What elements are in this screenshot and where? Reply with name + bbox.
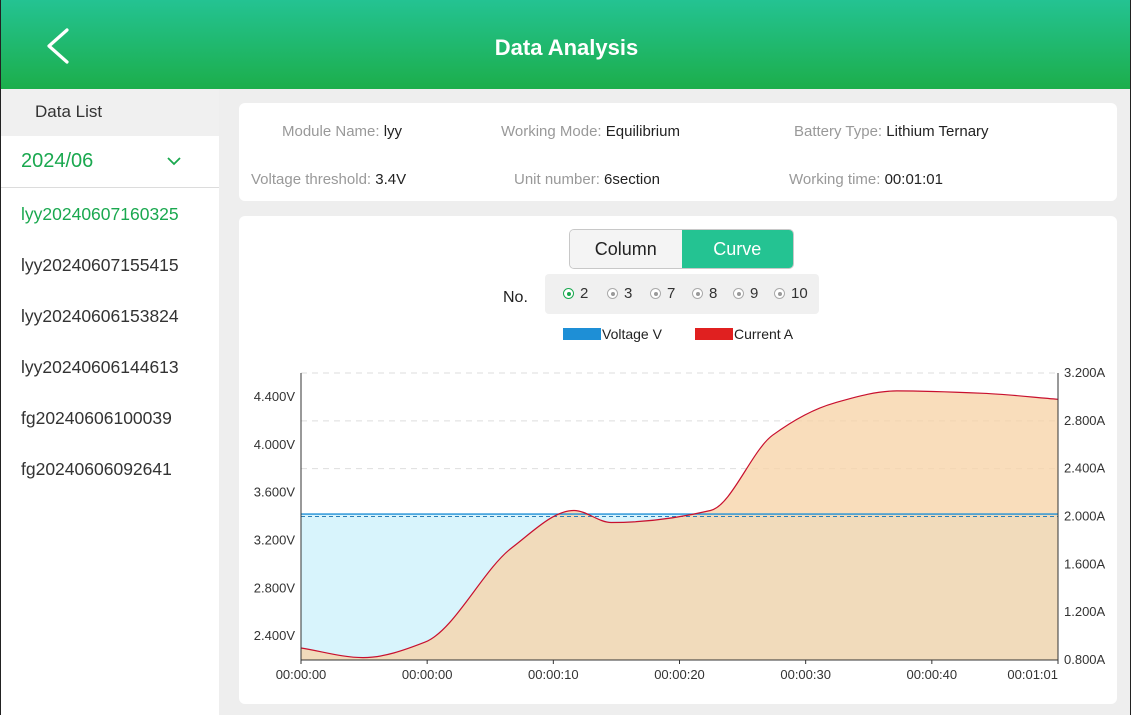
month-value: 2024/06 <box>21 150 94 172</box>
data-list-sidebar: Data List 2024/06 lyy20240607160325 lyy2… <box>1 89 219 715</box>
working-time-value: 00:01:01 <box>884 171 943 188</box>
y-left-tick-label: 2.400V <box>254 628 296 643</box>
app-window: Data Analysis Data List 2024/06 lyy20240… <box>0 0 1131 715</box>
y-right-tick-label: 0.800A <box>1064 652 1106 667</box>
chevron-down-icon <box>167 157 181 166</box>
voltage-threshold-field: Voltage threshold: 3.4V <box>251 171 406 188</box>
y-right-tick-label: 2.000A <box>1064 509 1106 524</box>
battery-type-value: Lithium Ternary <box>886 123 989 140</box>
working-time-field: Working time: 00:01:01 <box>789 171 943 188</box>
working-mode-label: Working Mode: <box>501 123 602 140</box>
y-left-tick-label: 4.000V <box>254 437 296 452</box>
module-name-value: lyy <box>383 123 403 140</box>
module-info-card: Module Name: lyy Working Mode: Equilibri… <box>239 103 1117 201</box>
file-item[interactable]: fg20240606092641 <box>1 443 219 494</box>
y-left-tick-label: 3.600V <box>254 485 296 500</box>
title-bar: Data Analysis <box>1 0 1130 89</box>
y-right-tick-label: 2.800A <box>1064 413 1106 428</box>
y-right-tick-label: 1.600A <box>1064 556 1106 571</box>
module-name-label: Module Name: <box>282 123 380 140</box>
module-name-field: Module Name: lyy <box>282 123 402 140</box>
voltage-threshold-label: Voltage threshold: <box>251 171 372 188</box>
y-right-tick-label: 3.200A <box>1064 365 1106 380</box>
page-title: Data Analysis <box>494 35 639 60</box>
voltage-current-chart: 2.400V 2.800V 3.200V 3.600V 4.000V 4.400V 0.80… <box>254 365 1106 682</box>
x-tick-label: 00:00:00 <box>276 667 327 682</box>
x-tick-label: 00:00:10 <box>528 667 579 682</box>
x-tick-label: 00:00:00 <box>402 667 453 682</box>
y-right-tick-label: 2.400A <box>1064 461 1106 476</box>
working-mode-value: Equilibrium <box>605 123 680 140</box>
unit-number-label: Unit number: <box>514 171 600 188</box>
file-item[interactable]: lyy20240606153824 <box>1 290 219 341</box>
voltage-threshold-value: 3.4V <box>375 171 407 188</box>
working-mode-field: Working Mode: Equilibrium <box>501 123 680 140</box>
file-item[interactable]: lyy20240607155415 <box>1 239 219 290</box>
battery-type-field: Battery Type: Lithium Ternary <box>794 123 989 140</box>
working-time-label: Working time: <box>789 171 881 188</box>
file-item[interactable]: lyy20240606144613 <box>1 341 219 392</box>
y-left-tick-label: 2.800V <box>254 580 296 595</box>
battery-type-label: Battery Type: <box>794 123 883 140</box>
y-left-tick-label: 4.400V <box>254 389 296 404</box>
chart-card: Column Curve No. 2 3 7 8 9 10 Voltage V … <box>239 216 1117 704</box>
file-item[interactable]: lyy20240607160325 <box>1 188 219 239</box>
unit-number-field: Unit number: 6section <box>514 171 660 188</box>
x-tick-label: 00:01:01 <box>1007 667 1058 682</box>
month-selector[interactable]: 2024/06 <box>1 136 219 188</box>
file-item[interactable]: fg20240606100039 <box>1 392 219 443</box>
y-left-tick-label: 3.200V <box>254 532 296 547</box>
unit-number-value: 6section <box>604 171 660 188</box>
main-content: Module Name: lyy Working Mode: Equilibri… <box>219 89 1130 715</box>
x-tick-label: 00:00:30 <box>780 667 831 682</box>
x-tick-label: 00:00:40 <box>907 667 958 682</box>
data-list-heading: Data List <box>1 89 219 136</box>
x-tick-label: 00:00:20 <box>654 667 705 682</box>
y-right-tick-label: 1.200A <box>1064 604 1106 619</box>
